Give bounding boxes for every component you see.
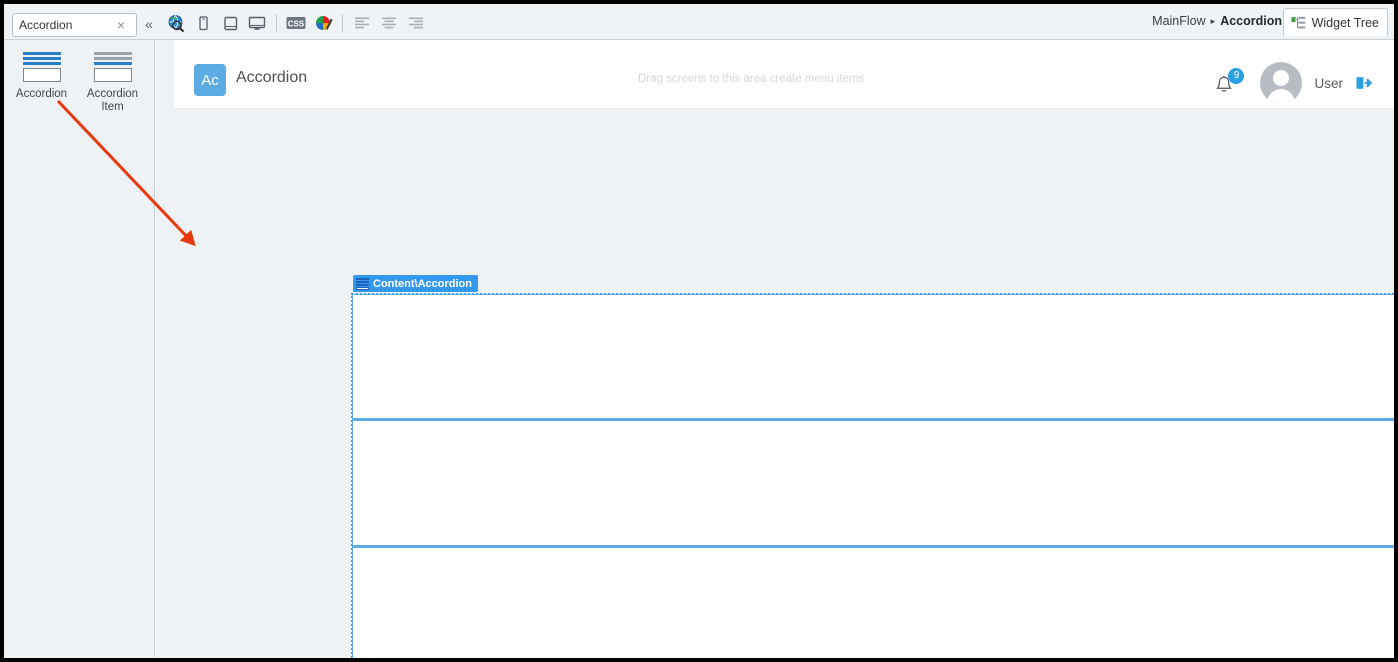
app-logo-badge: Ac (194, 64, 226, 96)
breadcrumb: MainFlow ▸ Accordion (1152, 14, 1282, 28)
top-toolbar-bar: × « (4, 4, 1394, 40)
accordion-widget-icon (23, 52, 61, 82)
widget-item-accordion-item[interactable]: Accordion Item (77, 46, 148, 118)
breadcrumb-separator-icon: ▸ (1211, 16, 1216, 27)
editor-toolbar: CSS (164, 8, 428, 38)
design-canvas[interactable]: Ac Accordion Drag screens to this area c… (156, 40, 1394, 658)
accordion-widget-icon (356, 278, 369, 290)
user-name-label: User (1314, 76, 1343, 91)
notifications-button[interactable]: 9 (1214, 68, 1242, 98)
phone-device-icon[interactable] (191, 11, 215, 35)
menu-dropzone-hint: Drag screens to this area create menu it… (638, 73, 864, 85)
page-title: Accordion (236, 69, 307, 87)
toolbar-divider (342, 14, 343, 32)
user-avatar-icon[interactable] (1260, 62, 1302, 104)
search-clear-icon[interactable]: × (113, 17, 129, 33)
align-left-icon[interactable] (350, 11, 374, 35)
header-actions: 9 User (1214, 62, 1372, 104)
align-right-icon[interactable] (404, 11, 428, 35)
logout-icon[interactable] (1355, 75, 1372, 91)
chevron-double-left-icon[interactable]: « (142, 16, 156, 32)
accordion-item[interactable] (352, 294, 1394, 418)
tab-widget-tree[interactable]: Widget Tree (1283, 8, 1388, 36)
accordion-item[interactable] (352, 545, 1394, 658)
breadcrumb-item-accordion: Accordion (1220, 14, 1282, 28)
app-preview-header: Ac Accordion Drag screens to this area c… (174, 40, 1394, 109)
accordion-item[interactable] (352, 418, 1394, 545)
tablet-device-icon[interactable] (218, 11, 242, 35)
search-input[interactable] (19, 15, 113, 35)
breadcrumb-item-mainflow[interactable]: MainFlow (1152, 14, 1206, 28)
selected-widget-tag-label: Content\Accordion (373, 278, 472, 290)
accordion-widget[interactable] (352, 294, 1394, 658)
accordion-item-widget-icon (94, 52, 132, 82)
preview-in-browser-icon[interactable] (164, 11, 188, 35)
toolbar-divider (276, 14, 277, 32)
style-palette-icon[interactable] (311, 11, 335, 35)
widget-item-label: Accordion Item (79, 88, 146, 114)
align-center-icon[interactable] (377, 11, 401, 35)
widget-list: Accordion Accordion Item (4, 40, 154, 118)
widget-item-accordion[interactable]: Accordion (6, 46, 77, 118)
widget-palette-panel: Accordion Accordion Item (4, 40, 155, 658)
widget-search-box[interactable]: × (12, 13, 137, 37)
widget-tree-icon (1291, 16, 1306, 30)
css-icon[interactable]: CSS (284, 11, 308, 35)
desktop-device-icon[interactable] (245, 11, 269, 35)
application-window: × « (0, 0, 1398, 662)
svg-text:CSS: CSS (288, 19, 305, 28)
widget-item-label: Accordion (16, 88, 67, 101)
selected-widget-tag[interactable]: Content\Accordion (353, 275, 478, 292)
widget-tree-tab-label: Widget Tree (1312, 16, 1379, 30)
